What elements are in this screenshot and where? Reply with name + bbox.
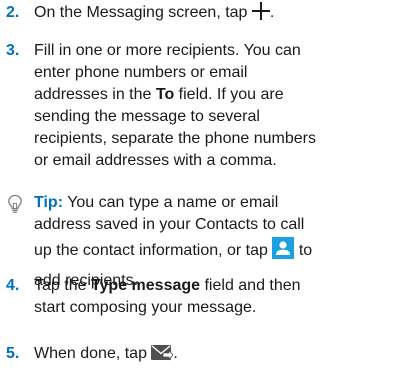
step-number: 3. bbox=[6, 42, 20, 59]
step-text: When done, tap bbox=[34, 345, 147, 362]
step-line: enter phone numbers or email bbox=[34, 64, 248, 81]
step-5: 5. When done, tap . bbox=[6, 343, 390, 369]
step-text: field and then bbox=[204, 277, 301, 294]
step-number: 2. bbox=[6, 4, 20, 21]
step-line: start composing your message. bbox=[34, 299, 257, 316]
tip-line: address saved in your Contacts to call bbox=[34, 216, 305, 233]
field-name-to: To bbox=[155, 86, 175, 103]
send-icon bbox=[151, 344, 174, 369]
tip-line: Tip: You can type a name or email bbox=[34, 192, 390, 214]
step-number: 5. bbox=[6, 345, 20, 362]
step-line: Fill in one or more recipients. You can bbox=[34, 42, 301, 59]
step-line: addresses in the To field. If you are bbox=[34, 84, 390, 106]
step-4: 4. Tap the Type message field and then s… bbox=[6, 275, 390, 319]
step-text: Tap the bbox=[34, 277, 87, 294]
step-number: 4. bbox=[6, 277, 20, 294]
tip-text: You can type a name or email bbox=[67, 194, 279, 211]
tip-label: Tip: bbox=[34, 194, 64, 211]
step-text-end: . bbox=[269, 4, 275, 21]
tip-text: up the contact information, or tap bbox=[34, 242, 268, 259]
lightbulb-icon bbox=[7, 194, 23, 221]
step-line: sending the message to several bbox=[34, 108, 260, 125]
tip-text: to bbox=[298, 242, 313, 259]
step-3: 3. Fill in one or more recipients. You c… bbox=[6, 40, 390, 172]
step-line: Tap the Type message field and then bbox=[34, 275, 390, 297]
step-text: On the Messaging screen, tap bbox=[34, 4, 248, 21]
step-text-end: . bbox=[173, 345, 178, 362]
contact-icon bbox=[272, 237, 295, 270]
tip-line: up the contact information, or tap to bbox=[34, 236, 390, 270]
plus-icon bbox=[251, 2, 270, 27]
step-text: field. If you are bbox=[178, 86, 284, 103]
document-page: 2. On the Messaging screen, tap . 3. Fil… bbox=[0, 0, 393, 386]
step-line: or email addresses with a comma. bbox=[34, 152, 277, 169]
step-2: 2. On the Messaging screen, tap . bbox=[6, 2, 390, 27]
step-text: addresses in the bbox=[34, 86, 152, 103]
step-line: recipients, separate the phone numbers bbox=[34, 130, 316, 147]
field-name-type-message: Type message bbox=[90, 277, 201, 294]
